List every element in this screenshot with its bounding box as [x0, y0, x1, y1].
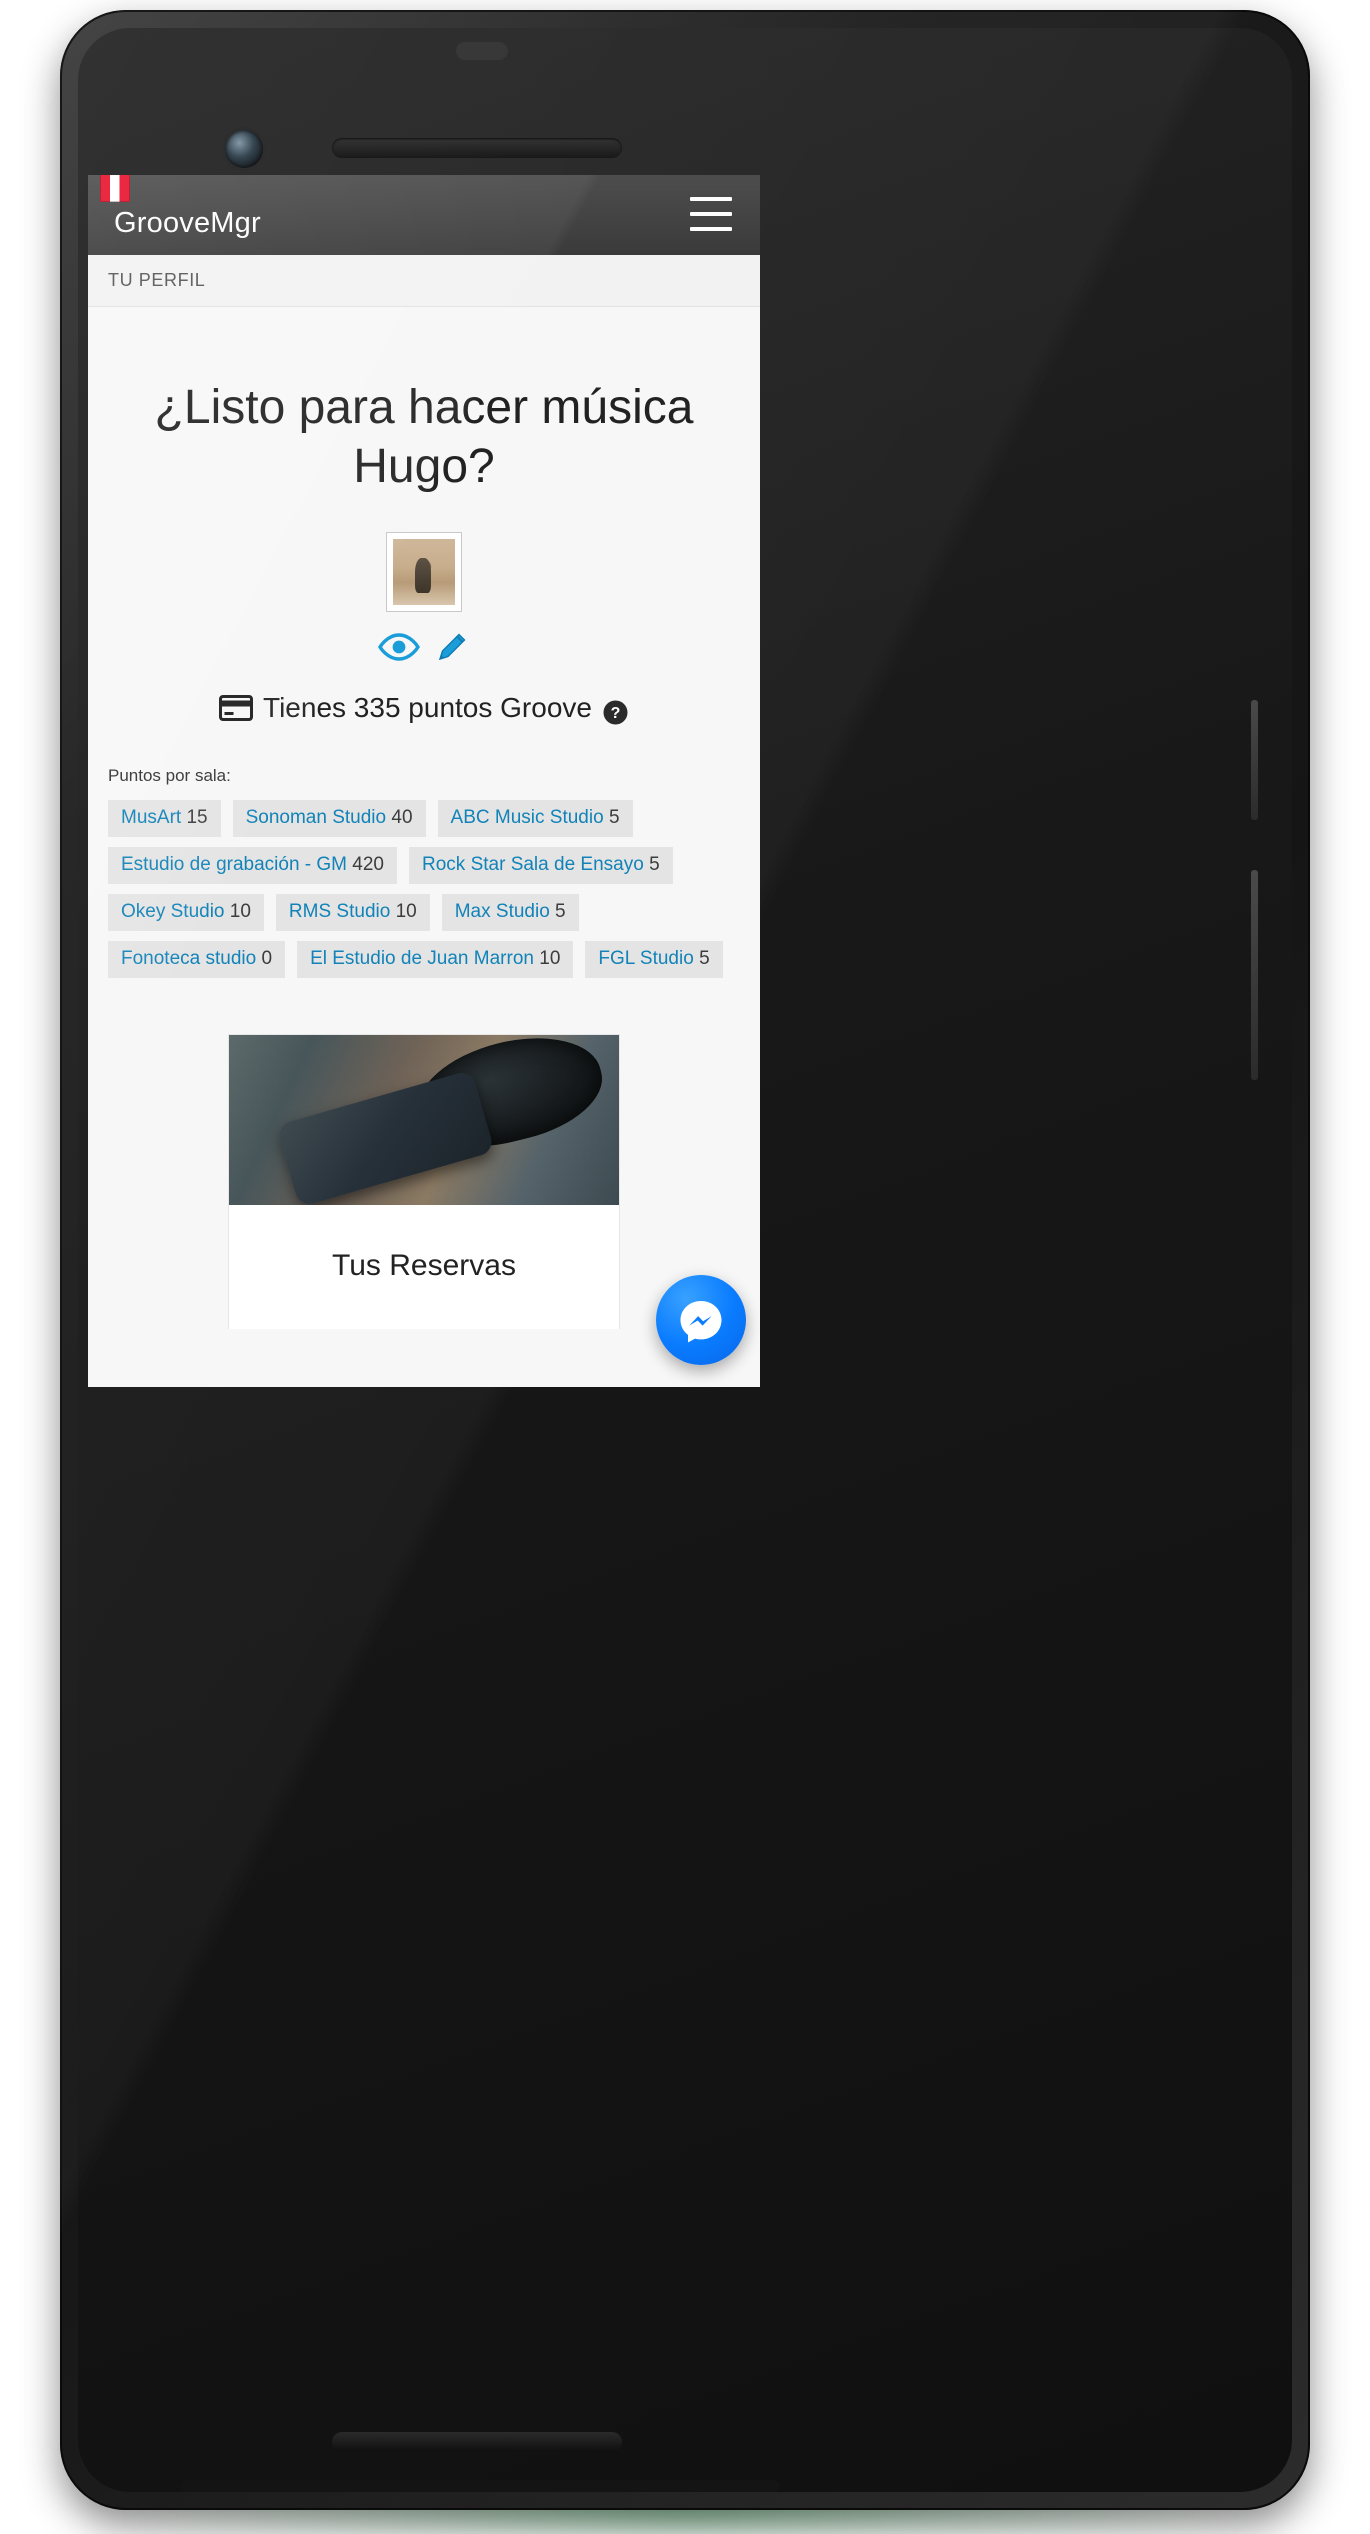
room-points: 10 — [395, 901, 417, 923]
avatar-frame — [386, 532, 462, 613]
avatar — [393, 539, 455, 606]
room-name: Okey Studio — [121, 901, 225, 923]
page-content: ¿Listo para hacer música Hugo? Tienes 33… — [88, 307, 760, 1330]
room-name: Estudio de grabación - GM — [121, 854, 348, 876]
room-points-chip[interactable]: Sonoman Studio 40 — [232, 800, 426, 838]
card-image — [229, 1035, 619, 1206]
room-points: 420 — [352, 854, 384, 876]
page-title: ¿Listo para hacer música Hugo? — [154, 381, 694, 493]
breadcrumb-label: TU PERFIL — [108, 270, 206, 290]
room-points: 5 — [649, 854, 660, 876]
app-title: GrooveMgr — [114, 206, 261, 239]
svg-text:?: ? — [611, 705, 621, 722]
room-points-chip[interactable]: Max Studio 5 — [441, 894, 579, 932]
card-title: Tus Reservas — [332, 1249, 516, 1283]
room-points: 5 — [699, 948, 710, 970]
room-points-chip[interactable]: Rock Star Sala de Ensayo 5 — [409, 847, 673, 885]
room-points-chip[interactable]: FGL Studio 5 — [585, 941, 723, 979]
room-points-chip[interactable]: El Estudio de Juan Marron 10 — [297, 941, 574, 979]
room-points: 5 — [608, 807, 620, 829]
room-name: El Estudio de Juan Marron — [310, 948, 534, 970]
credit-card-icon — [219, 695, 254, 722]
room-name: ABC Music Studio — [450, 807, 604, 829]
points-text: Tienes 335 puntos Groove — [263, 692, 592, 724]
proximity-sensor — [456, 42, 508, 60]
breadcrumb: TU PERFIL — [88, 255, 760, 307]
bottom-chin — [180, 2480, 780, 2492]
hamburger-bar — [690, 197, 732, 201]
front-camera-icon — [225, 130, 263, 168]
room-points: 15 — [186, 807, 208, 829]
avatar-container — [88, 532, 760, 613]
room-name: FGL Studio — [598, 948, 694, 970]
peru-flag-icon — [100, 175, 130, 202]
room-points: 10 — [539, 948, 561, 970]
reservations-card[interactable]: Tus Reservas — [228, 1034, 620, 1330]
room-name: RMS Studio — [288, 901, 391, 923]
room-name: Fonoteca studio — [121, 948, 257, 970]
question-mark-circle-icon[interactable]: ? — [602, 699, 629, 726]
hamburger-bar — [690, 212, 732, 216]
room-points-chip[interactable]: RMS Studio 10 — [275, 894, 430, 932]
room-points: 40 — [391, 807, 413, 829]
room-name: Sonoman Studio — [245, 807, 387, 829]
phone-screen: GrooveMgr TU PERFIL ¿Listo para hacer mú… — [88, 175, 760, 1387]
room-points-chip[interactable]: ABC Music Studio 5 — [437, 800, 633, 838]
room-points-chip[interactable]: Estudio de grabación - GM 420 — [108, 847, 397, 885]
hamburger-bar — [690, 227, 732, 231]
earpiece-speaker — [332, 138, 622, 158]
room-name: Rock Star Sala de Ensayo — [422, 854, 644, 876]
profile-actions — [88, 628, 760, 666]
app-bar: GrooveMgr — [88, 175, 760, 255]
room-points-chip-list: MusArt 15 Sonoman Studio 40 ABC Music St… — [88, 786, 760, 979]
hamburger-menu-icon[interactable] — [690, 197, 732, 231]
bottom-speaker — [332, 2432, 622, 2452]
room-points-chip[interactable]: Fonoteca studio 0 — [108, 941, 286, 979]
messenger-icon[interactable] — [656, 1275, 746, 1365]
power-button[interactable] — [1251, 700, 1258, 820]
room-points-chip[interactable]: MusArt 15 — [108, 800, 221, 838]
rooms-section-label: Puntos por sala: — [108, 766, 231, 786]
points-summary: Tienes 335 puntos Groove ? — [88, 692, 760, 726]
room-name: Max Studio — [454, 901, 550, 923]
volume-button[interactable] — [1251, 870, 1258, 1080]
screenshot-root: GrooveMgr TU PERFIL ¿Listo para hacer mú… — [0, 0, 1370, 2534]
pencil-icon[interactable] — [433, 628, 471, 666]
room-points: 5 — [555, 901, 566, 923]
room-points: 0 — [261, 948, 273, 970]
eye-icon[interactable] — [377, 632, 421, 662]
room-points: 10 — [229, 901, 251, 923]
room-name: MusArt — [121, 807, 182, 829]
room-points-chip[interactable]: Okey Studio 10 — [108, 894, 264, 932]
